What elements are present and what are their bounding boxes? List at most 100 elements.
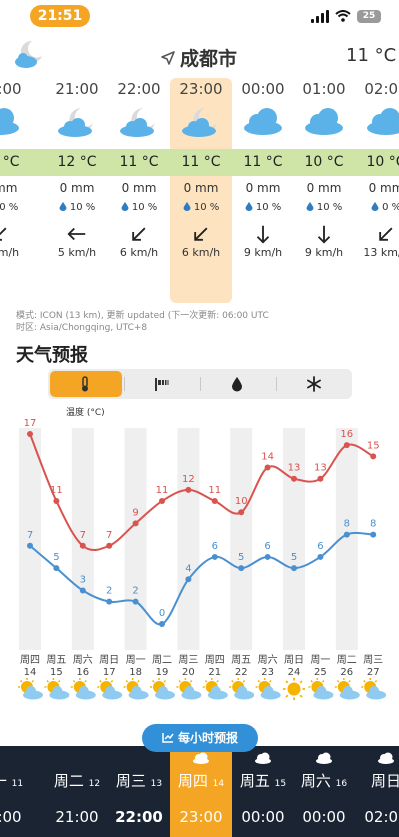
hour-column[interactable]: 01:00 10 °C 0 mm 10 % 9 km/h [293, 78, 355, 303]
x-tick-date: 16 [76, 667, 89, 678]
low-temperature-label: 3 [80, 574, 86, 585]
timeline-date: 12 [88, 779, 101, 789]
high-temperature-label: 10 [235, 496, 248, 507]
low-temperature-point [238, 565, 245, 572]
high-temperature-label: 7 [80, 530, 86, 541]
high-temperature-point [79, 542, 86, 549]
timeline-weekday: 周三 [115, 772, 146, 790]
sun-cloud-icon [176, 678, 202, 700]
hour-precipitation: 0 mm [306, 181, 342, 195]
sun-cloud-icon [361, 678, 387, 700]
bottom-timeline[interactable]: 周一 11 20:00 周二 12 21:00 周三 13 22:00 周四 14 23:00… [0, 746, 399, 837]
hour-column[interactable]: 02:00 10 °C 0 mm 0 % 13 km/h [355, 78, 399, 303]
timeline-date: 16 [335, 779, 348, 789]
hour-precip-probability-value: 10 % [0, 202, 19, 213]
tab-rain[interactable] [202, 371, 274, 397]
timeline-day: 周五 15 [232, 770, 294, 791]
high-temperature-label: 12 [182, 474, 195, 485]
hour-time: 00:00 [241, 80, 285, 98]
hour-precipitation: 0 mm [183, 181, 219, 195]
high-temperature-point [264, 464, 271, 471]
model-info-line2: 时区: Asia/Chongqing, UTC+8 [16, 323, 148, 333]
x-tick-weekday: 周三 [363, 654, 383, 666]
timeline-weekday: 周一 [0, 772, 7, 790]
hour-column[interactable]: 23:00 11 °C 0 mm 10 % 6 km/h [170, 78, 232, 303]
forecast-title: 天气预报 [16, 345, 88, 366]
hour-precip-probability: 10 % [232, 202, 294, 213]
timeline-day: 周一 11 [0, 770, 31, 791]
timeline-column[interactable]: 周四 14 23:00 [170, 746, 232, 837]
hour-column[interactable]: 22:00 11 °C 0 mm 10 % 6 km/h [108, 78, 170, 303]
low-temperature-label: 5 [53, 552, 59, 563]
sun-cloud-icon [18, 678, 43, 700]
hour-precip-probability: 10 % [170, 202, 232, 213]
tab-wind[interactable] [126, 371, 198, 397]
cloud-icon [364, 106, 399, 140]
hour-precipitation: 0 mm [121, 181, 157, 195]
cloud-icon [315, 749, 333, 768]
x-tick-date: 23 [261, 667, 274, 678]
timeline-column[interactable]: 周二 12 21:00 [46, 746, 108, 837]
timeline-column[interactable]: 周六 16 00:00 [293, 746, 355, 837]
city-name[interactable]: 成都市 [180, 44, 237, 71]
timeline-column[interactable]: 周一 11 20:00 [0, 746, 31, 837]
low-temperature-label: 6 [212, 541, 218, 552]
timeline-column[interactable]: 周五 15 00:00 [232, 746, 294, 837]
timeline-time: 21:00 [55, 808, 99, 826]
chart-icon [162, 733, 174, 743]
high-temperature-point [106, 542, 113, 549]
low-temperature-label: 6 [317, 541, 323, 552]
hour-column[interactable]: 20:00 13 °C 0 mm 10 % 4 km/h [0, 78, 31, 303]
timeline-column[interactable]: 周日 02:00 [355, 746, 399, 837]
low-temperature-point [79, 587, 86, 594]
wind-icon [155, 378, 169, 391]
sun-cloud-icon [308, 678, 334, 700]
x-tick-date: 17 [103, 667, 116, 678]
timeline-column[interactable]: 周三 13 22:00 [108, 746, 170, 837]
hour-precip-probability-value: 0 % [382, 202, 399, 213]
hourly-forecast-strip[interactable]: 20:00 13 °C 0 mm 10 % 4 km/h 21:00 12 °C 0 mm … [0, 78, 399, 303]
wifi-icon [335, 10, 351, 22]
hour-temperature: 10 °C [366, 154, 399, 170]
high-temperature-point [370, 453, 377, 460]
timeline-date: 15 [274, 779, 287, 789]
timeline-weekday: 周四 [177, 772, 208, 790]
low-temperature-point [264, 553, 271, 560]
sun-cloud-icon [70, 678, 96, 700]
high-temperature-label: 16 [340, 429, 353, 440]
x-tick-weekday: 周五 [46, 654, 66, 666]
high-temperature-label: 11 [208, 485, 221, 496]
timeline-time: 02:00 [364, 808, 399, 826]
high-temperature-label: 7 [106, 530, 112, 541]
x-tick-date: 26 [340, 667, 353, 678]
column-stripe [283, 428, 305, 650]
low-temperature-point [106, 598, 113, 605]
low-temperature-label: 6 [264, 541, 270, 552]
timeline-day: 周六 16 [293, 770, 355, 791]
hour-column[interactable]: 00:00 11 °C 0 mm 10 % 9 km/h [232, 78, 294, 303]
timeline-date: 13 [150, 779, 163, 789]
hour-precip-probability-value: 10 % [255, 202, 282, 213]
high-temperature-label: 17 [24, 418, 37, 429]
low-temperature-point [343, 531, 350, 538]
timeline-day: 周三 13 [108, 770, 170, 791]
x-tick-date: 25 [314, 667, 327, 678]
timeline-day: 周四 14 [170, 770, 232, 791]
x-tick-weekday: 周日 [99, 654, 119, 666]
hour-column[interactable]: 21:00 12 °C 0 mm 10 % 5 km/h [46, 78, 108, 303]
low-temperature-label: 8 [344, 519, 350, 530]
tab-snow[interactable] [278, 371, 350, 397]
high-temperature-point [238, 509, 245, 516]
location-arrow-icon[interactable] [160, 50, 176, 66]
x-tick-weekday: 周二 [337, 654, 357, 666]
x-tick-weekday: 周五 [231, 654, 251, 666]
tab-temperature[interactable] [50, 371, 122, 397]
hourly-forecast-button[interactable]: 每小时预报 [142, 724, 258, 752]
x-tick-date: 19 [156, 667, 169, 678]
high-temperature-point [159, 498, 165, 505]
snowflake-icon [307, 376, 321, 392]
hour-precip-probability: 10 % [293, 202, 355, 213]
high-temperature-label: 9 [132, 507, 138, 518]
hour-wind-speed: 6 km/h [119, 246, 159, 259]
moon-cloud-icon [117, 106, 161, 142]
